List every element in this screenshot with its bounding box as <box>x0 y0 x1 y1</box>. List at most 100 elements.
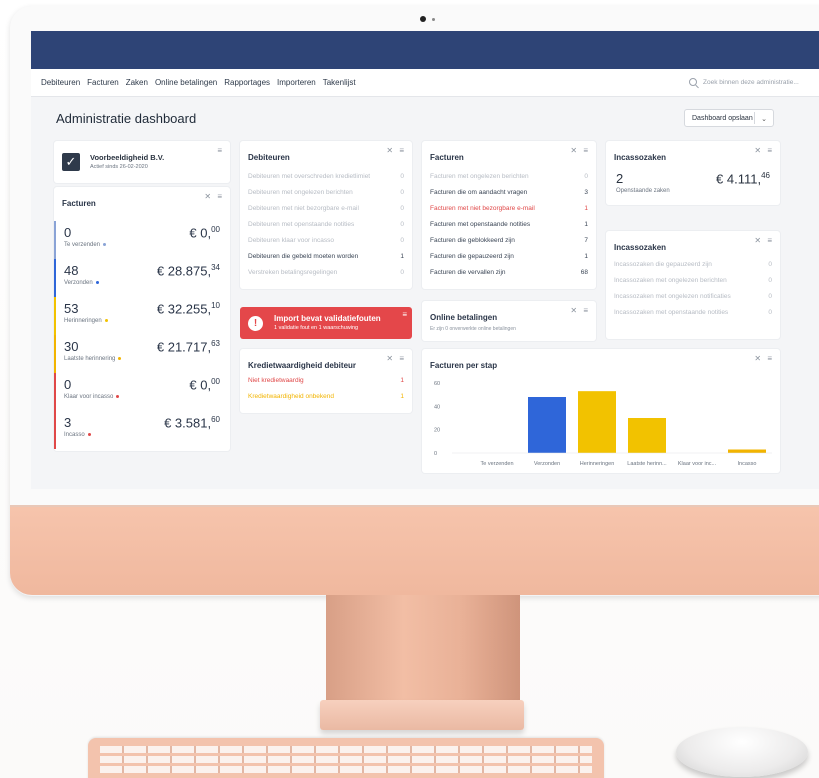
nav-facturen[interactable]: Facturen <box>87 78 119 87</box>
list-item-count: 0 <box>400 173 404 180</box>
list-item[interactable]: Niet kredietwaardig 1 <box>248 377 404 384</box>
list-item[interactable]: Facturen die gepauzeerd zijn 1 <box>430 253 588 260</box>
mouse <box>676 727 808 777</box>
keyboard-keys <box>100 746 592 753</box>
list-item[interactable]: Facturen die geblokkeerd zijn 7 <box>430 237 588 244</box>
list-item-count: 0 <box>400 269 404 276</box>
list-item[interactable]: Facturen met openstaande notities 1 <box>430 221 588 228</box>
x-tick-label: Verzonden <box>534 461 560 467</box>
list-item[interactable]: Incassozaken met openstaande notities 0 <box>614 309 772 316</box>
nav-online-betalingen[interactable]: Online betalingen <box>155 78 217 87</box>
list-item-label: Facturen met ongelezen berichten <box>430 173 529 180</box>
list-item-label: Facturen met niet bezorgbare e-mail <box>430 205 535 212</box>
kpi-label-text: Klaar voor incasso <box>64 394 114 400</box>
list-item-count: 1 <box>584 205 588 212</box>
kpi-amount: € 3.581,60 <box>164 415 220 430</box>
list-item[interactable]: Debiteuren klaar voor incasso 0 <box>248 237 404 244</box>
list-item-count: 0 <box>400 237 404 244</box>
list-item-label: Facturen die geblokkeerd zijn <box>430 237 515 244</box>
import-validation-alert[interactable]: ! Import bevat validatiefouten 1 validat… <box>240 307 412 339</box>
nav-zaken[interactable]: Zaken <box>126 78 148 87</box>
nav-takenlijst[interactable]: Takenlijst <box>323 78 356 87</box>
facturen-list-card: Facturen ✕ ≡ Facturen met ongelezen beri… <box>422 141 596 289</box>
alert-title: Import bevat validatiefouten <box>274 314 381 323</box>
kpi-amount: € 32.255,10 <box>157 301 220 316</box>
kpi-amount-value: € 0, <box>189 377 212 393</box>
nav-rapportages[interactable]: Rapportages <box>224 78 270 87</box>
list-item-label: Incassozaken met ongelezen berichten <box>614 277 727 284</box>
list-item-label: Incassozaken met ongelezen notificaties <box>614 293 731 300</box>
list-item[interactable]: Debiteuren met ongelezen berichten 0 <box>248 189 404 196</box>
card-title: Incassozaken <box>614 243 667 252</box>
kpi-row[interactable]: 30 € 21.717,63 Laatste herinnering <box>54 335 230 373</box>
x-tick-label: Incasso <box>738 461 757 467</box>
kpi-row[interactable]: 0 € 0,00 Te verzenden <box>54 221 230 259</box>
stand-base <box>320 700 524 730</box>
list-item-label: Debiteuren met openstaande notities <box>248 221 355 228</box>
close-menu-icons[interactable]: ✕ ≡ <box>754 146 774 155</box>
list-item-label: Facturen met openstaande notities <box>430 221 531 228</box>
list-item[interactable]: Kredietwaardigheid onbekend 1 <box>248 393 404 400</box>
close-menu-icons[interactable]: ✕ ≡ <box>570 146 590 155</box>
close-menu-icons[interactable]: ✕ ≡ <box>570 306 590 315</box>
list-item[interactable]: Debiteuren die gebeld moeten worden 1 <box>248 253 404 260</box>
exclamation-icon: ! <box>248 316 263 331</box>
kpi-amount-cents: 63 <box>211 339 220 348</box>
chevron-down-icon[interactable]: ⌄ <box>761 115 767 123</box>
card-title: Facturen <box>430 153 464 162</box>
bar[interactable] <box>728 449 766 454</box>
kpi-amount-value: € 32.255, <box>156 301 212 317</box>
search-placeholder: Zoek binnen deze administratie... <box>703 78 799 86</box>
list-item[interactable]: Incassozaken met ongelezen berichten 0 <box>614 277 772 284</box>
menu-icon[interactable]: ≡ <box>402 310 407 319</box>
menu-icon[interactable]: ≡ <box>217 146 224 155</box>
list-item[interactable]: Debiteuren met openstaande notities 0 <box>248 221 404 228</box>
close-menu-icons[interactable]: ✕ ≡ <box>386 354 406 363</box>
kpi-count: 0 <box>64 225 72 240</box>
save-dashboard-button[interactable]: Dashboard opslaan ⌄ <box>684 109 774 127</box>
list-item[interactable]: Verstreken betalingsregelingen 0 <box>248 269 404 276</box>
y-tick-label: 0 <box>434 451 437 457</box>
list-item[interactable]: Facturen die vervallen zijn 68 <box>430 269 588 276</box>
status-dot <box>116 394 120 398</box>
kpi-count: 30 <box>64 339 79 354</box>
list-item[interactable]: Incassozaken met ongelezen notificaties 0 <box>614 293 772 300</box>
debiteuren-card: Debiteuren ✕ ≡ Debiteuren met overschred… <box>240 141 412 289</box>
kredietwaardigheid-card: Kredietwaardigheid debiteur ✕ ≡ Niet kre… <box>240 349 412 413</box>
kpi-label-text: Te verzenden <box>64 242 101 248</box>
nav-debiteuren[interactable]: Debiteuren <box>41 78 80 87</box>
close-menu-icons[interactable]: ✕ ≡ <box>754 236 774 245</box>
list-item-count: 0 <box>768 309 772 316</box>
camera <box>420 16 426 22</box>
kpi-label-text: Herinneringen <box>64 318 102 324</box>
check-icon[interactable]: ✓ <box>62 153 80 171</box>
kpi-amount-cents: 60 <box>211 415 220 424</box>
close-menu-icons[interactable]: ✕ ≡ <box>386 146 406 155</box>
search-input[interactable]: Zoek binnen deze administratie... <box>689 74 815 90</box>
kpi-row[interactable]: 0 € 0,00 Klaar voor incasso <box>54 373 230 411</box>
bar[interactable] <box>578 391 616 453</box>
kpi-row[interactable]: 3 € 3.581,60 Incasso <box>54 411 230 449</box>
x-tick-label: Klaar voor inc... <box>678 461 717 467</box>
list-item-label: Incassozaken die gepauzeerd zijn <box>614 261 712 268</box>
kpi-amount: € 28.875,34 <box>157 263 220 278</box>
list-item[interactable]: Facturen met niet bezorgbare e-mail 1 <box>430 205 588 212</box>
list-item[interactable]: Incassozaken die gepauzeerd zijn 0 <box>614 261 772 268</box>
nav-importeren[interactable]: Importeren <box>277 78 316 87</box>
kpi-label-text: Verzonden <box>64 280 93 286</box>
kpi-label: Klaar voor incasso <box>64 394 120 400</box>
list-item-label: Debiteuren met ongelezen berichten <box>248 189 353 196</box>
kpi-row[interactable]: 48 € 28.875,34 Verzonden <box>54 259 230 297</box>
bar[interactable] <box>628 418 666 453</box>
list-item[interactable]: Facturen met ongelezen berichten 0 <box>430 173 588 180</box>
list-item[interactable]: Debiteuren met niet bezorgbare e-mail 0 <box>248 205 404 212</box>
kpi-row[interactable]: 53 € 32.255,10 Herinneringen <box>54 297 230 335</box>
keyboard-keys <box>100 766 592 773</box>
list-item[interactable]: Facturen die om aandacht vragen 3 <box>430 189 588 196</box>
button-divider <box>754 112 755 124</box>
close-menu-icons[interactable]: ✕ ≡ <box>204 192 224 201</box>
bar[interactable] <box>528 397 566 453</box>
status-dot <box>104 318 108 322</box>
y-tick-label: 20 <box>434 428 440 434</box>
list-item[interactable]: Debiteuren met overschreden kredietlimie… <box>248 173 404 180</box>
